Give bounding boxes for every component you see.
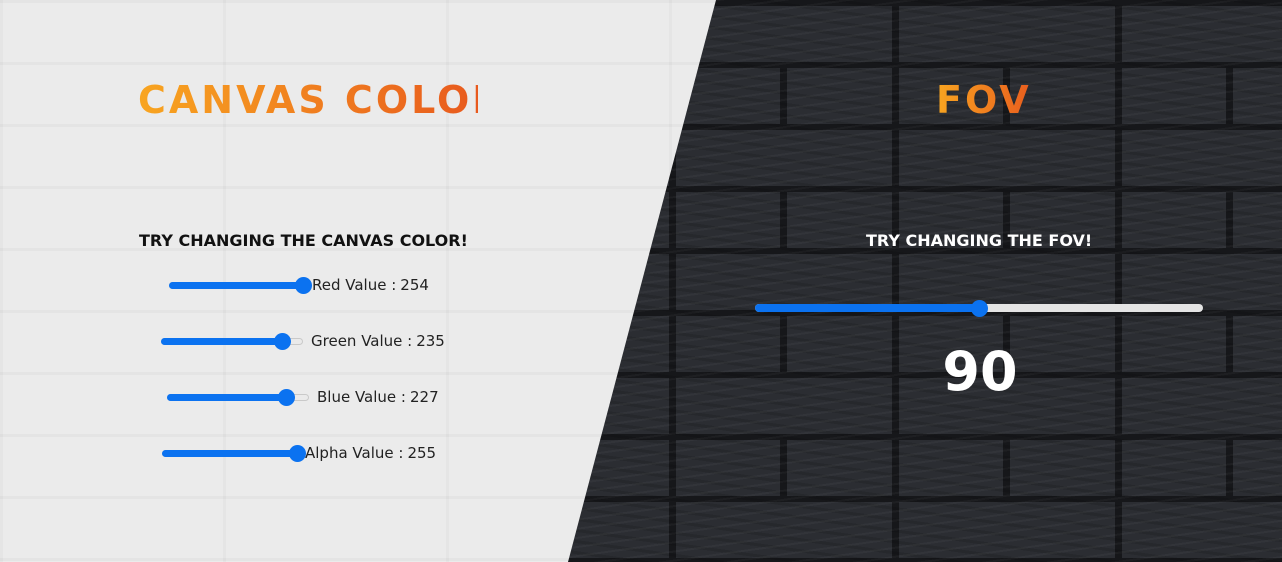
slider-fill [169, 281, 303, 289]
slider-fill [167, 393, 286, 401]
canvas-color-title: CANVAS COLOR [138, 78, 505, 122]
blue-value: 227 [409, 388, 439, 406]
alpha-value-label: Alpha Value :255 [305, 444, 436, 462]
fov-slider[interactable] [755, 299, 1203, 317]
blue-slider-row: Blue Value :227 [167, 386, 439, 408]
alpha-value: 255 [407, 444, 437, 462]
alpha-slider[interactable] [162, 444, 306, 462]
alpha-label-text: Alpha Value : [305, 444, 404, 462]
blue-label-text: Blue Value : [317, 388, 406, 406]
slider-thumb[interactable] [294, 276, 312, 294]
fov-title: FOV [936, 78, 1036, 122]
slider-thumb[interactable] [273, 332, 291, 350]
slider-fill [161, 337, 282, 345]
green-slider[interactable] [161, 332, 303, 350]
page: CANVAS COLOR TRY CHANGING THE CANVAS COL… [0, 0, 1282, 562]
green-slider-row: Green Value :235 [161, 330, 445, 352]
red-label-text: Red Value : [312, 276, 397, 294]
green-label-text: Green Value : [311, 332, 413, 350]
slider-thumb[interactable] [970, 299, 988, 317]
green-value: 235 [416, 332, 445, 350]
blue-slider[interactable] [167, 388, 309, 406]
fov-slider-row [755, 297, 1203, 319]
slider-thumb[interactable] [288, 444, 306, 462]
red-value-label: Red Value :254 [312, 276, 429, 294]
green-value-label: Green Value :235 [311, 332, 445, 350]
slider-thumb[interactable] [277, 388, 295, 406]
slider-fill [755, 304, 979, 312]
fov-subtitle: TRY CHANGING THE FOV! [866, 231, 1093, 250]
canvas-color-subtitle: TRY CHANGING THE CANVAS COLOR! [139, 231, 468, 250]
red-slider[interactable] [169, 276, 312, 294]
alpha-slider-row: Alpha Value :255 [162, 442, 436, 464]
blue-value-label: Blue Value :227 [317, 388, 439, 406]
slider-fill [162, 449, 297, 457]
red-slider-row: Red Value :254 [169, 274, 429, 296]
red-value: 254 [400, 276, 429, 294]
fov-value: 90 [942, 340, 1018, 403]
